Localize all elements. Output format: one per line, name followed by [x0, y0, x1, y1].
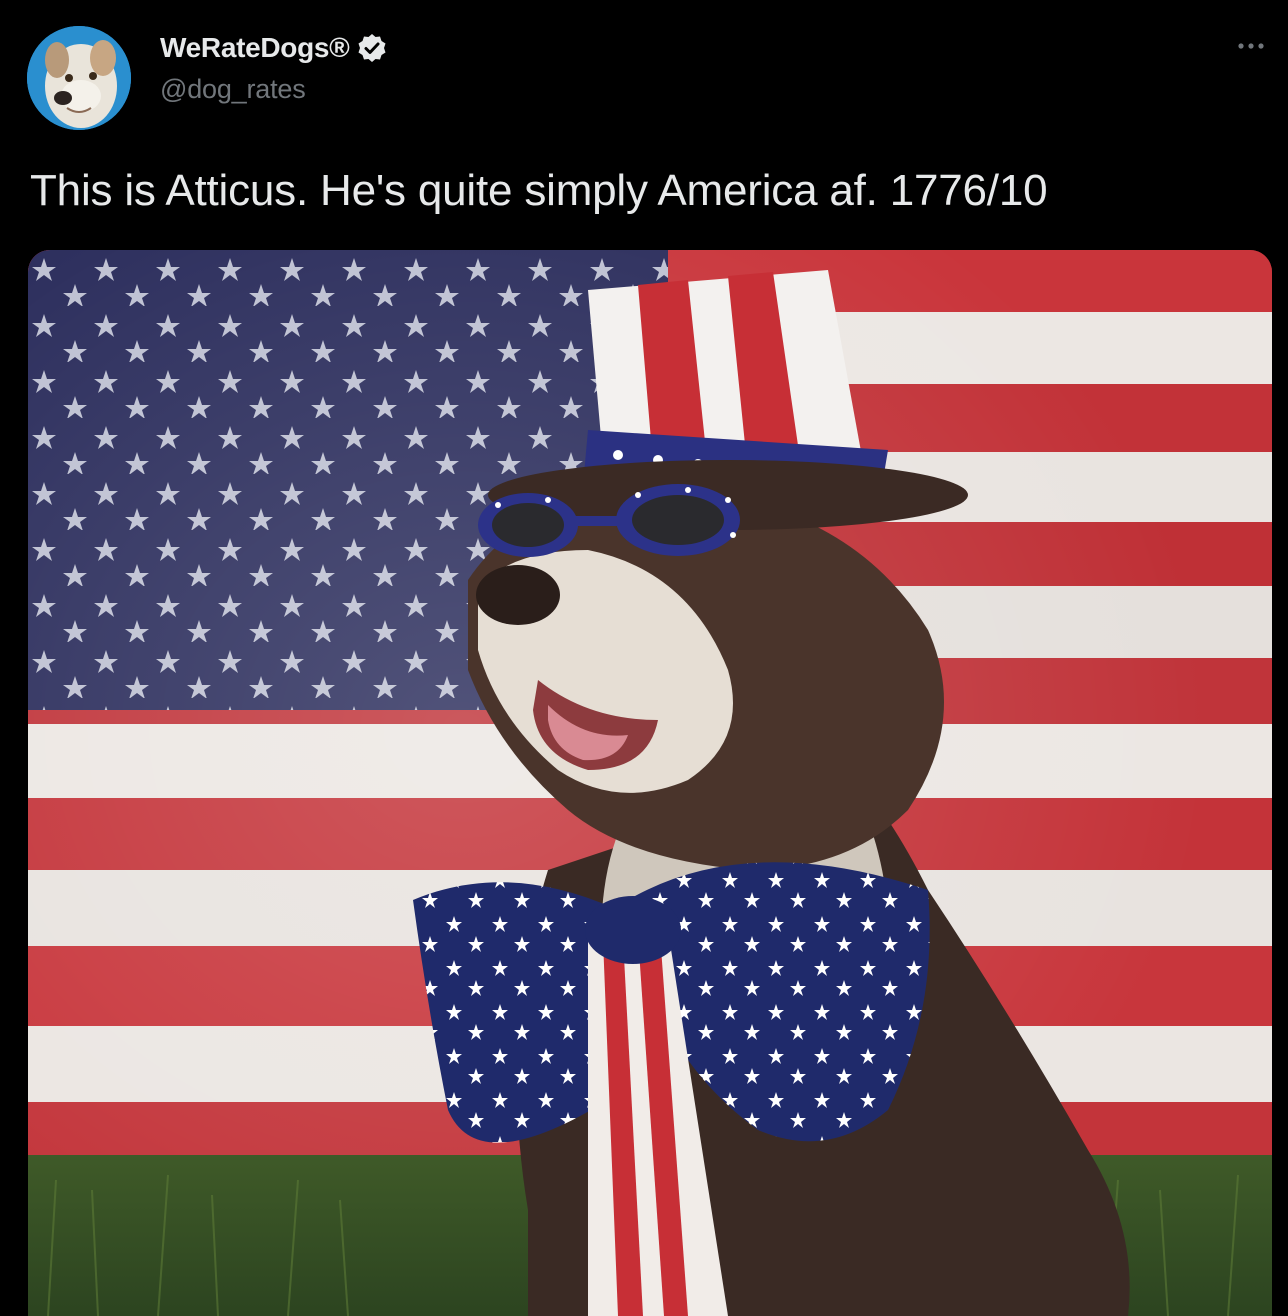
verified-badge-icon [356, 32, 388, 64]
author-info: WeRateDogs® @dog_rates [160, 30, 388, 105]
tweet-media-photo[interactable] [28, 250, 1272, 1316]
tweet-text: This is Atticus. He's quite simply Ameri… [30, 166, 1048, 215]
author-avatar[interactable] [27, 26, 131, 130]
dog-photo [28, 250, 1272, 1316]
dog-avatar-icon [27, 26, 131, 130]
author-display-name[interactable]: WeRateDogs® [160, 32, 350, 64]
author-name-row: WeRateDogs® [160, 30, 388, 66]
author-handle[interactable]: @dog_rates [160, 74, 388, 105]
more-options-icon[interactable] [1234, 34, 1268, 58]
tweet: WeRateDogs® @dog_rates This is Atticus. … [0, 0, 1288, 1316]
